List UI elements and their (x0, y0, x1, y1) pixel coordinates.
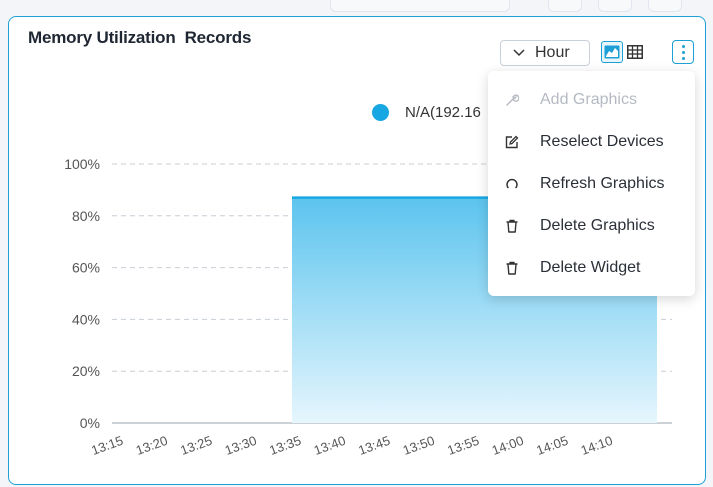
table-view-button[interactable] (624, 41, 646, 63)
menu-item-label: Add Graphics (540, 91, 637, 108)
x-tick-label: 13:20 (134, 433, 170, 458)
area-chart-icon (604, 45, 620, 59)
edit-icon (504, 134, 520, 150)
chart-view-button[interactable] (601, 41, 623, 63)
menu-item-label: Reselect Devices (540, 133, 664, 150)
time-range-value: Hour (535, 44, 570, 61)
more-vertical-icon (681, 44, 685, 48)
time-range-select[interactable]: Hour (500, 40, 590, 66)
y-tick-label: 20% (72, 363, 100, 379)
x-tick-label: 13:50 (401, 433, 437, 458)
chart-legend[interactable]: N/A(192.16 (372, 104, 481, 121)
table-icon (627, 45, 643, 59)
x-tick-label: 14:00 (490, 433, 526, 458)
x-tick-label: 13:40 (312, 433, 348, 458)
trash-icon (504, 260, 520, 276)
y-tick-label: 80% (72, 208, 100, 224)
menu-item-refresh-graphics[interactable]: Refresh Graphics (488, 165, 695, 203)
menu-item-label: Refresh Graphics (540, 175, 665, 192)
menu-item-label: Delete Widget (540, 259, 641, 276)
x-tick-label: 13:35 (267, 433, 303, 458)
wrench-icon (504, 92, 520, 108)
x-tick-label: 14:10 (579, 433, 615, 458)
x-tick-label: 13:15 (89, 433, 125, 458)
more-options-button[interactable] (672, 40, 694, 64)
legend-marker (372, 104, 389, 121)
legend-series-label: N/A(192.16 (405, 104, 481, 121)
x-tick-label: 13:45 (356, 433, 392, 458)
menu-item-label: Delete Graphics (540, 217, 655, 234)
menu-item-reselect-devices[interactable]: Reselect Devices (488, 123, 695, 161)
refresh-icon (504, 176, 520, 192)
trash-icon (504, 218, 520, 234)
y-tick-label: 40% (72, 311, 100, 327)
widget-title: Memory Utilization Records (28, 28, 252, 47)
widget-context-menu: Add Graphics Reselect Devices Refresh Gr… (488, 71, 695, 296)
menu-item-delete-graphics[interactable]: Delete Graphics (488, 207, 695, 245)
x-tick-label: 13:30 (223, 433, 259, 458)
x-tick-label: 13:25 (178, 433, 214, 458)
chevron-down-icon (511, 45, 527, 61)
menu-item-delete-widget[interactable]: Delete Widget (488, 249, 695, 287)
y-tick-label: 0% (80, 415, 100, 431)
y-tick-label: 60% (72, 260, 100, 276)
y-tick-label: 100% (64, 156, 100, 172)
menu-item-add-graphics: Add Graphics (488, 81, 695, 119)
x-tick-label: 13:55 (445, 433, 481, 458)
x-tick-label: 14:05 (534, 433, 570, 458)
